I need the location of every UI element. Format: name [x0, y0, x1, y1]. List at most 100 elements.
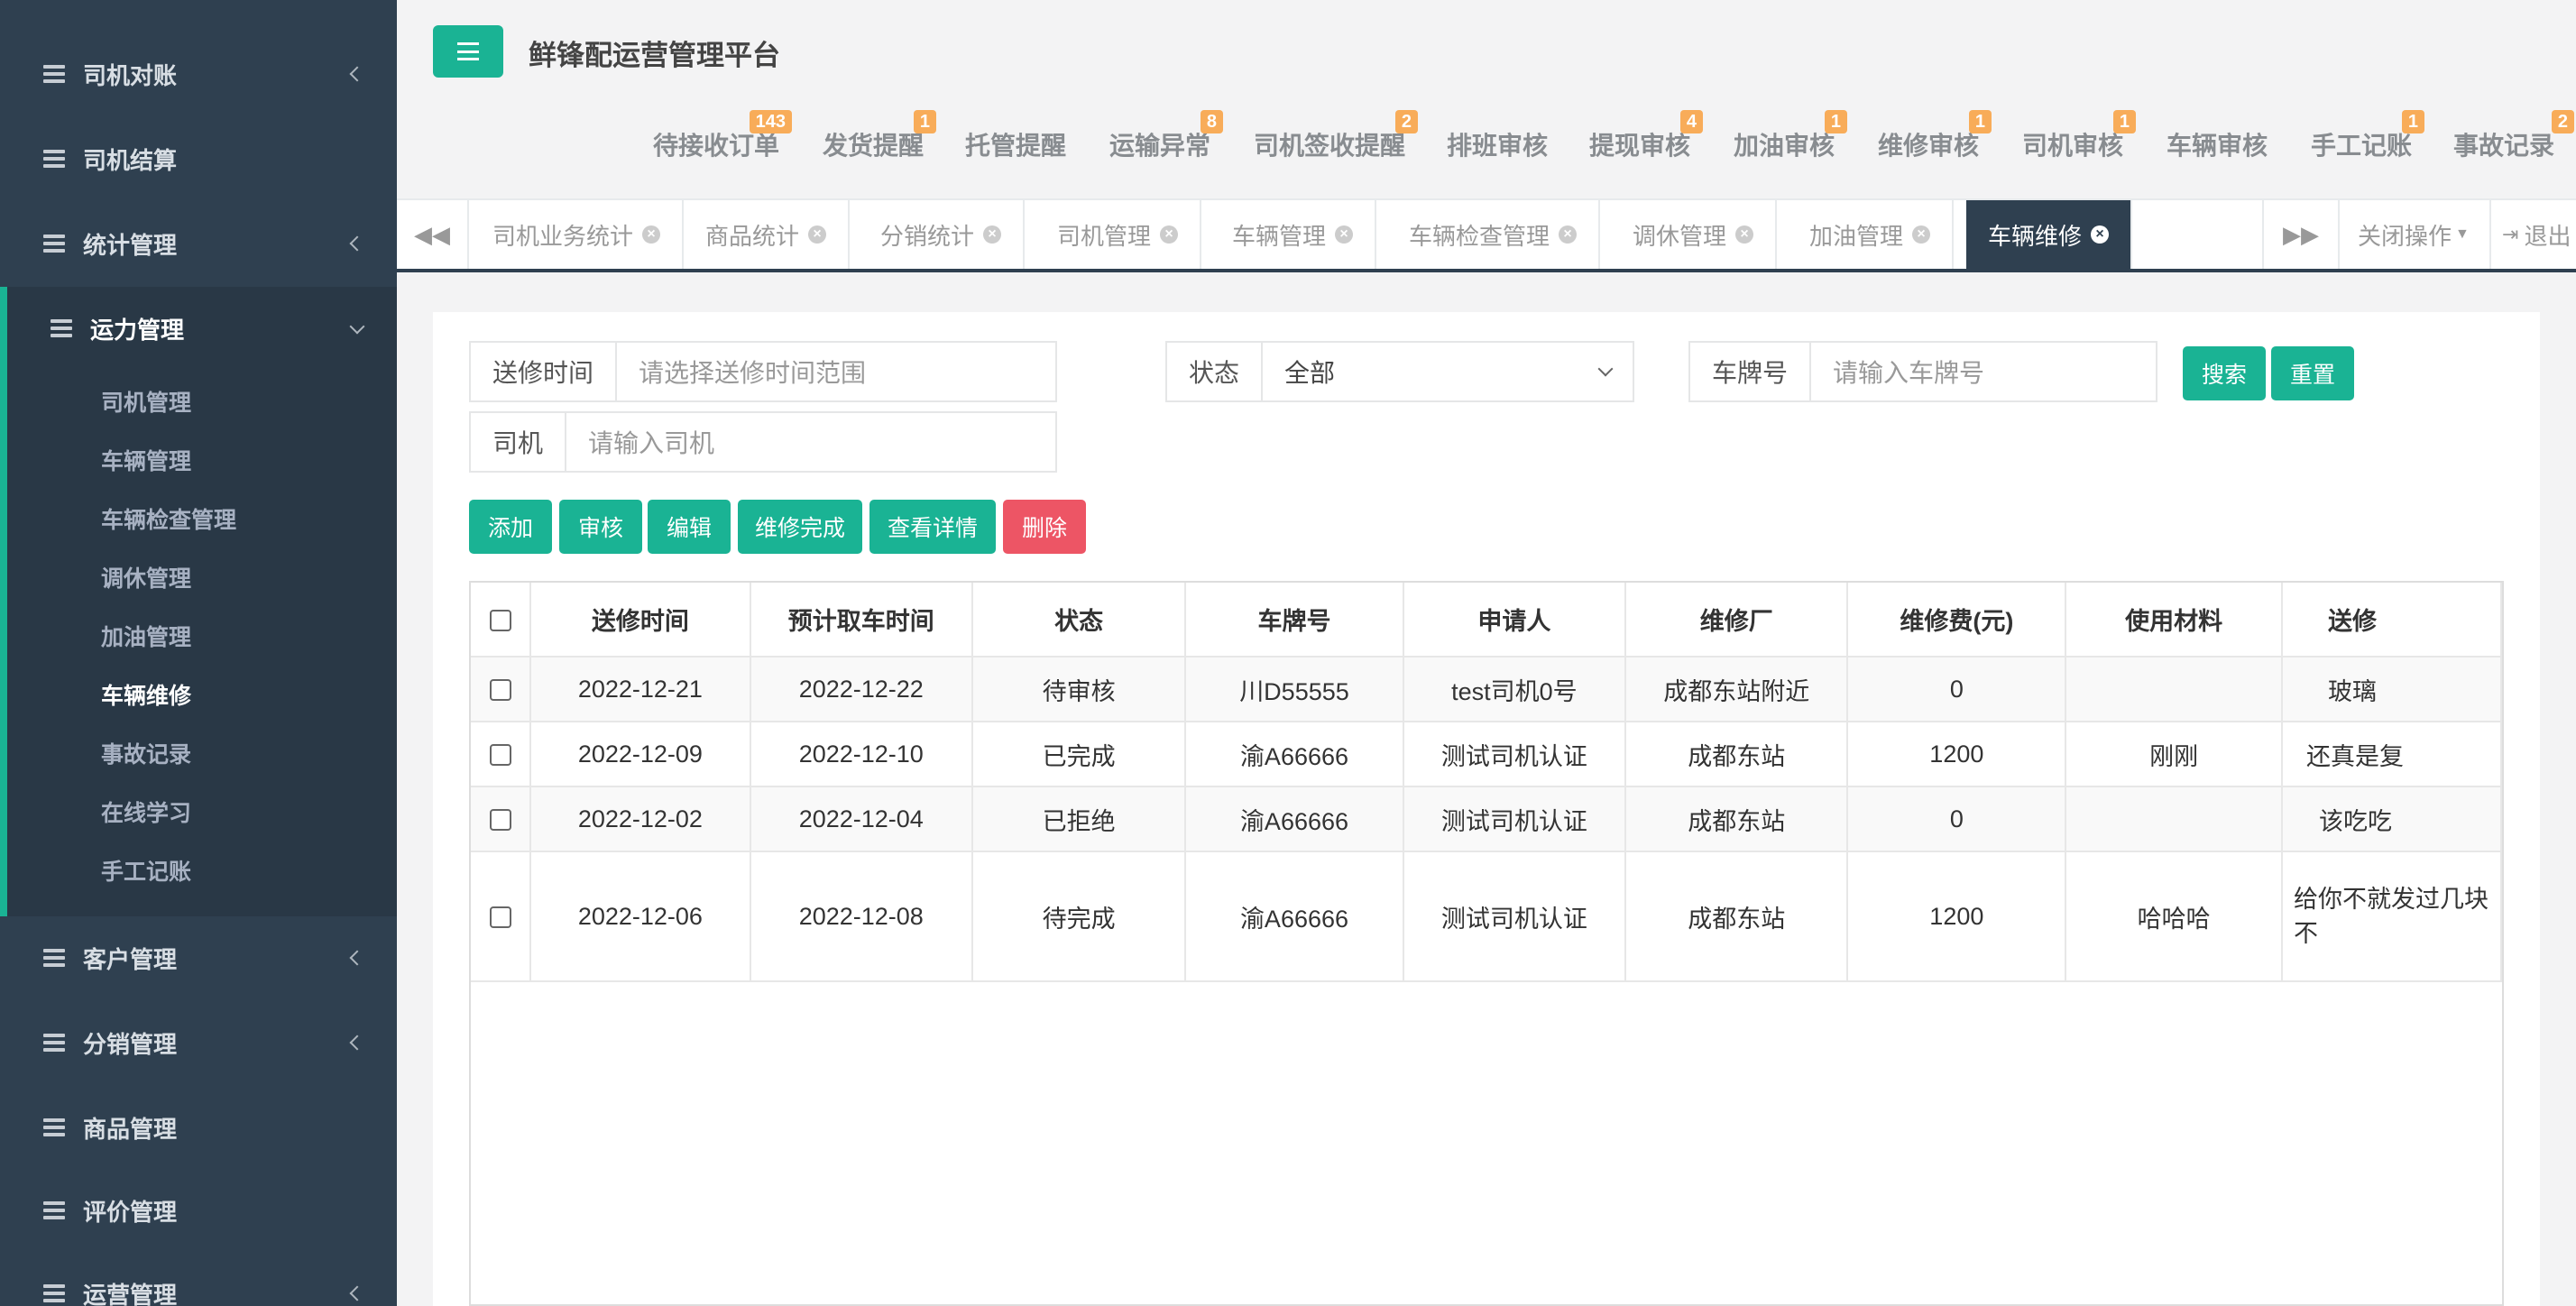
notif-accident-records[interactable]: 事故记录 2	[2453, 110, 2575, 162]
sidebar-subitem-fuel-management[interactable]: 加油管理	[101, 620, 191, 652]
notif-withdraw-audit[interactable]: 提现审核 4	[1589, 110, 1704, 162]
column-header[interactable]: 维修厂	[1625, 583, 1849, 658]
tab-vehicle-repair[interactable]: 车辆维修 ×	[1966, 200, 2133, 269]
tab-driver-business-stats[interactable]: 司机业务统计 ×	[471, 200, 685, 269]
sidebar-subitem-vehicle-repair[interactable]: 车辆维修	[101, 678, 191, 711]
driver-input[interactable]: 请输入司机	[566, 413, 1055, 471]
column-header[interactable]: 车牌号	[1185, 583, 1404, 658]
sidebar-subitem-accident-records[interactable]: 事故记录	[101, 737, 191, 769]
table-cell: 2022-12-21	[530, 657, 751, 722]
close-icon[interactable]: ×	[1912, 225, 1931, 244]
notif-pending-orders[interactable]: 待接收订单 143	[653, 110, 793, 162]
audit-button[interactable]: 审核	[559, 500, 642, 554]
column-header[interactable]: 维修费(元)	[1847, 583, 2067, 658]
plate-label: 车牌号	[1690, 343, 1812, 400]
sidebar-subitem-leave-management[interactable]: 调休管理	[101, 561, 191, 593]
repair-time-input[interactable]: 请选择送修时间范围	[617, 343, 1055, 400]
sidebar-item-driver-settlement[interactable]: 司机结算	[0, 117, 397, 200]
row-checkbox[interactable]	[489, 679, 511, 702]
table-row[interactable]: 2022-12-09 2022-12-10 已完成 渝A66666 测试司机认证…	[471, 722, 2502, 787]
notif-badge: 1	[1968, 110, 1992, 133]
table-cell: 给你不就发过几块不	[2281, 851, 2502, 982]
column-header[interactable]: 送修	[2281, 583, 2502, 658]
status-select[interactable]: 全部	[1263, 343, 1633, 400]
tab-distribution-stats[interactable]: 分销统计 ×	[859, 200, 1026, 269]
row-select-cell	[471, 786, 532, 852]
status-cell: 已拒绝	[971, 786, 1187, 852]
sidebar-item-customers[interactable]: 客户管理	[0, 916, 397, 999]
close-icon[interactable]: ×	[808, 225, 827, 244]
sidebar-item-statistics[interactable]: 统计管理	[0, 202, 397, 285]
close-icon[interactable]: ×	[1335, 225, 1354, 244]
notif-custody-reminder[interactable]: 托管提醒	[965, 126, 1066, 162]
column-header[interactable]: 申请人	[1403, 583, 1627, 658]
sidebar-item-products[interactable]: 商品管理	[0, 1086, 397, 1169]
sidebar-subitem-online-learning[interactable]: 在线学习	[101, 796, 191, 828]
close-operations-dropdown[interactable]: 关闭操作 ▼	[2338, 200, 2489, 269]
plate-input[interactable]: 请输入车牌号	[1811, 343, 2156, 400]
tab-label: 司机管理	[1057, 222, 1152, 250]
tab-label: 商品统计	[705, 222, 800, 250]
logout-button[interactable]: ⇥ 退出	[2489, 200, 2576, 269]
sidebar-item-label: 分销管理	[83, 1030, 178, 1058]
row-checkbox[interactable]	[489, 906, 511, 929]
sidebar-item-label: 客户管理	[83, 945, 178, 973]
repair-complete-button[interactable]: 维修完成	[738, 500, 862, 554]
tab-product-stats[interactable]: 商品统计 ×	[684, 200, 851, 269]
add-button[interactable]: 添加	[469, 500, 552, 554]
notif-driver-audit[interactable]: 司机审核 1	[2022, 110, 2137, 162]
menu-toggle-button[interactable]	[433, 25, 503, 78]
notif-shipping-reminder[interactable]: 发货提醒 1	[823, 110, 937, 162]
notif-fuel-audit[interactable]: 加油审核 1	[1734, 110, 1848, 162]
table-row[interactable]: 2022-12-02 2022-12-04 已拒绝 渝A66666 测试司机认证…	[471, 786, 2502, 852]
notif-badge: 1	[2112, 110, 2137, 133]
select-all-cell	[471, 583, 532, 658]
row-checkbox[interactable]	[489, 809, 511, 832]
close-icon[interactable]: ×	[1559, 225, 1578, 244]
tabs-scroll-right-button[interactable]: ▶▶	[2262, 200, 2338, 269]
tab-fuel-management[interactable]: 加油管理 ×	[1788, 200, 1955, 269]
column-header[interactable]: 使用材料	[2065, 583, 2283, 658]
sidebar-item-driver-reconciliation[interactable]: 司机对账	[0, 32, 397, 115]
notif-driver-sign-reminder[interactable]: 司机签收提醒 2	[1254, 110, 1419, 162]
sidebar-item-reviews[interactable]: 评价管理	[0, 1169, 397, 1252]
tab-vehicle-management[interactable]: 车辆管理 ×	[1210, 200, 1377, 269]
tab-driver-management[interactable]: 司机管理 ×	[1035, 200, 1202, 269]
notif-transport-exception[interactable]: 运输异常 8	[1109, 110, 1224, 162]
sidebar-active-section	[0, 287, 397, 916]
column-header[interactable]: 送修时间	[530, 583, 751, 658]
tab-vehicle-inspection[interactable]: 车辆检查管理 ×	[1387, 200, 1601, 269]
sidebar-subitem-vehicle-inspection[interactable]: 车辆检查管理	[101, 502, 236, 535]
close-icon[interactable]: ×	[2091, 225, 2110, 244]
table-row[interactable]: 2022-12-21 2022-12-22 待审核 川D55555 test司机…	[471, 657, 2502, 722]
notif-schedule-audit[interactable]: 排班审核	[1447, 126, 1548, 162]
notif-repair-audit[interactable]: 维修审核 1	[1878, 110, 1992, 162]
sidebar-item-capacity[interactable]: 运力管理	[7, 287, 397, 370]
tabs-bar: ◀◀ 司机业务统计 × 商品统计 × 分销统计 × 司机管理 × 车辆管理 × 车辆检查管…	[397, 200, 2576, 272]
column-header[interactable]: 状态	[971, 583, 1187, 658]
table-cell: 成都东站	[1625, 786, 1849, 852]
sidebar-item-distribution[interactable]: 分销管理	[0, 1001, 397, 1084]
sidebar-subitem-manual-bookkeeping[interactable]: 手工记账	[101, 854, 191, 887]
edit-button[interactable]: 编辑	[648, 500, 731, 554]
row-checkbox[interactable]	[489, 744, 511, 767]
column-header[interactable]: 预计取车时间	[750, 583, 973, 658]
sidebar-subitem-driver-management[interactable]: 司机管理	[101, 385, 191, 418]
sidebar-item-operations[interactable]: 运营管理	[0, 1252, 397, 1306]
close-icon[interactable]: ×	[983, 225, 1002, 244]
tabs-scroll-left-button[interactable]: ◀◀	[397, 200, 469, 269]
reset-button[interactable]: 重置	[2271, 346, 2354, 400]
close-icon[interactable]: ×	[1735, 225, 1754, 244]
menu-icon	[43, 235, 65, 253]
table-row[interactable]: 2022-12-06 2022-12-08 待完成 渝A66666 测试司机认证…	[471, 851, 2502, 982]
delete-button[interactable]: 删除	[1003, 500, 1086, 554]
close-icon[interactable]: ×	[1160, 225, 1179, 244]
tab-leave-management[interactable]: 调休管理 ×	[1611, 200, 1778, 269]
sidebar-subitem-vehicle-management[interactable]: 车辆管理	[101, 444, 191, 476]
view-detail-button[interactable]: 查看详情	[869, 500, 996, 554]
select-all-checkbox[interactable]	[489, 609, 511, 631]
notif-manual-bookkeeping[interactable]: 手工记账 1	[2311, 110, 2425, 162]
close-icon[interactable]: ×	[642, 225, 661, 244]
notif-vehicle-audit[interactable]: 车辆审核	[2167, 126, 2268, 162]
search-button[interactable]: 搜索	[2183, 346, 2266, 400]
